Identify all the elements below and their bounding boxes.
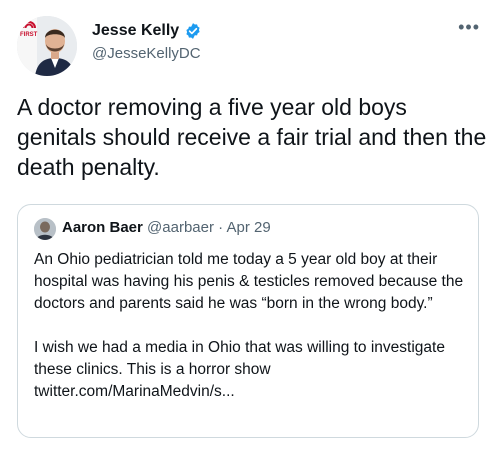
quoted-author-row: Aaron Baer @aarbaer · Apr 29 xyxy=(62,219,271,236)
quoted-author-handle[interactable]: @aarbaer xyxy=(147,219,214,236)
quoted-paragraph: I wish we had a media in Ohio that was w… xyxy=(34,339,445,400)
more-options-icon[interactable]: ••• xyxy=(458,18,480,36)
author-handle[interactable]: @JesseKellyDC xyxy=(92,45,201,62)
quoted-paragraph: An Ohio pediatrician told me today a 5 y… xyxy=(34,251,464,312)
author-name-row[interactable]: Jesse Kelly xyxy=(92,22,202,40)
quoted-author-avatar[interactable] xyxy=(34,218,56,240)
avatar-image xyxy=(17,16,77,76)
quoted-tweet-date[interactable]: Apr 29 xyxy=(226,219,270,236)
separator-dot: · xyxy=(218,219,224,236)
network-logo-text: FIRST xyxy=(20,32,38,38)
quoted-author-name[interactable]: Aaron Baer xyxy=(62,219,143,236)
avatar[interactable]: FIRST xyxy=(17,16,77,76)
author-display-name[interactable]: Jesse Kelly xyxy=(92,22,179,40)
tweet-text: A doctor removing a five year old boys g… xyxy=(17,94,487,180)
quoted-tweet-text: An Ohio pediatrician told me today a 5 y… xyxy=(34,249,464,425)
verified-badge-icon xyxy=(184,22,202,40)
quoted-tweet[interactable]: Aaron Baer @aarbaer · Apr 29 An Ohio ped… xyxy=(17,204,479,438)
